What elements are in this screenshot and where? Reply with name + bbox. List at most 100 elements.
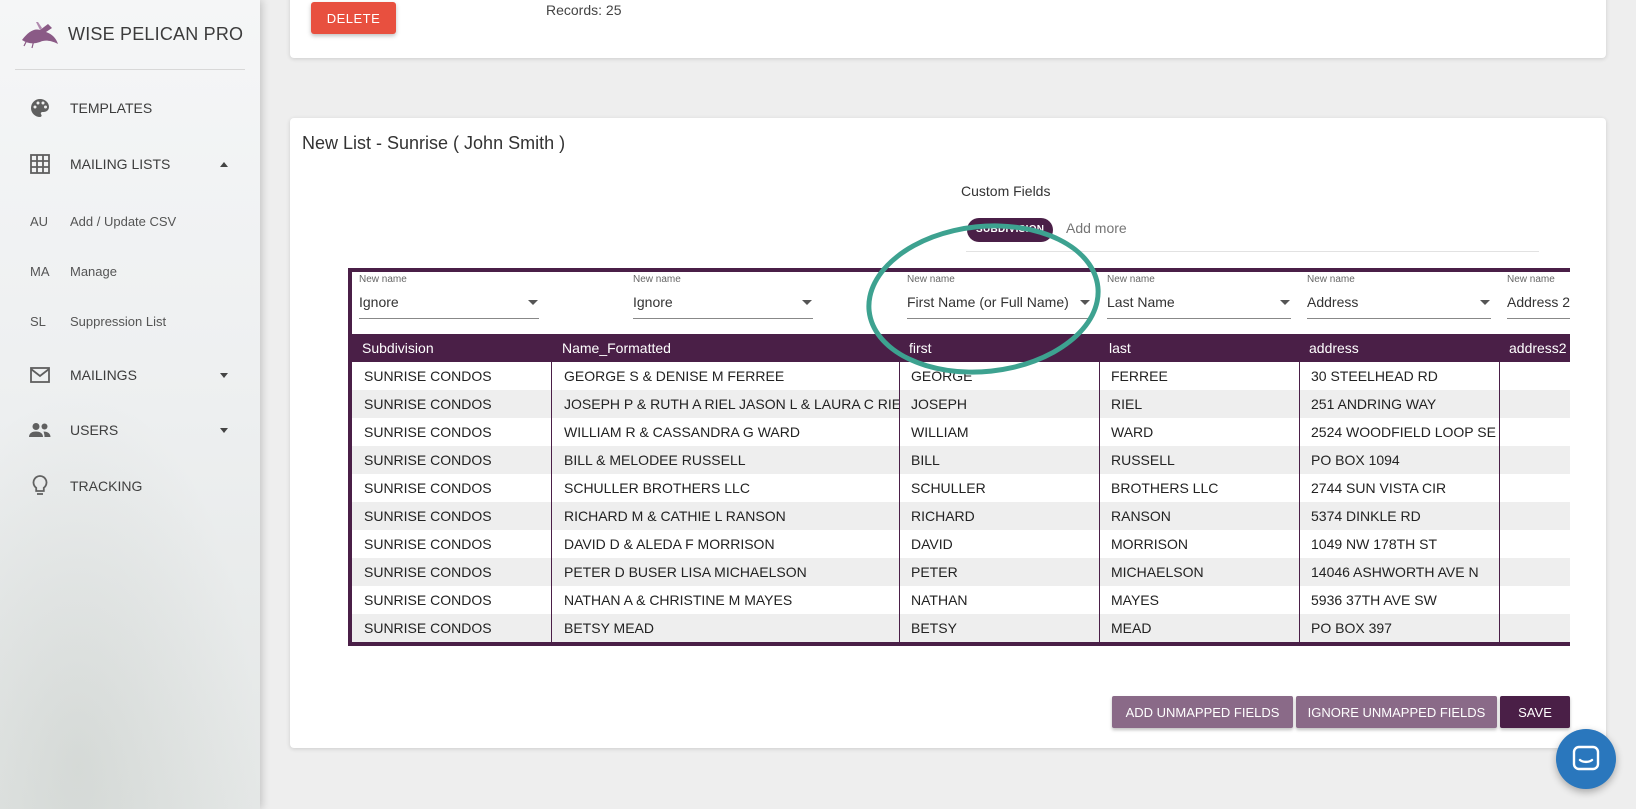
table-cell: JOSEPH: [911, 396, 968, 412]
table-row: SUNRISE CONDOS JOSEPH P & RUTH A RIEL JAS…: [352, 390, 1570, 418]
people-icon: [29, 419, 51, 441]
table-cell: SUNRISE CONDOS: [364, 620, 492, 636]
save-button[interactable]: SAVE: [1500, 696, 1570, 728]
table-cell: 1049 NW 178TH ST: [1311, 536, 1438, 552]
sidebar-item-label: USERS: [70, 422, 119, 438]
sidebar-item-mailing-lists[interactable]: MAILING LISTS: [0, 144, 260, 184]
sidebar-item-templates[interactable]: TEMPLATES: [0, 88, 260, 128]
chevron-down-icon: [220, 428, 228, 433]
grid-icon: [29, 153, 51, 175]
app-name: WISE PELICAN PRO: [68, 23, 244, 44]
table-cell: BILL: [911, 452, 940, 468]
add-unmapped-fields-button[interactable]: ADD UNMAPPED FIELDS: [1112, 696, 1293, 728]
table-header: Subdivision Name_Formatted first last ad…: [352, 334, 1570, 362]
table-cell: RANSON: [1111, 508, 1171, 524]
select-underline: [907, 318, 1091, 319]
chat-launcher-button[interactable]: [1556, 729, 1616, 789]
table-cell: [1511, 362, 1570, 390]
table-row: SUNRISE CONDOS SCHULLER BROTHERS LLC SCHUL…: [352, 474, 1570, 502]
column-divider: [1499, 362, 1500, 642]
select-value: Address: [1307, 294, 1359, 310]
subitem-label: Suppression List: [70, 313, 167, 329]
chevron-down-icon: [220, 373, 228, 378]
table-cell: 5374 DINKLE RD: [1311, 508, 1421, 524]
subitem-label: Manage: [70, 263, 117, 279]
select-underline: [633, 318, 813, 319]
sidebar: WISE PELICAN PRO TEMPLATES MAILING LISTS…: [0, 0, 260, 809]
table-cell: 14046 ASHWORTH AVE N: [1311, 564, 1479, 580]
table-row: SUNRISE CONDOS PETER D BUSER LISA MICHAEL…: [352, 558, 1570, 586]
table-row: SUNRISE CONDOS BETSY MEAD BETSY MEAD PO BOX …: [352, 614, 1570, 642]
dropdown-arrow-icon: [1480, 300, 1490, 305]
table-cell: [1511, 586, 1570, 614]
sidebar-subitem-manage[interactable]: MA Manage: [0, 253, 260, 289]
table-cell: [1511, 530, 1570, 558]
custom-fields-underline: [966, 251, 1539, 252]
brand[interactable]: WISE PELICAN PRO: [18, 14, 243, 54]
table-row: SUNRISE CONDOS NATHAN A & CHRISTINE M MAY…: [352, 586, 1570, 614]
select-label: New name: [359, 274, 407, 285]
sidebar-item-tracking[interactable]: TRACKING: [0, 466, 260, 506]
delete-button[interactable]: DELETE: [311, 2, 396, 34]
pelican-logo-icon: [22, 22, 58, 49]
table-cell: BILL & MELODEE RUSSELL: [564, 452, 746, 468]
select-label: New name: [633, 274, 681, 285]
table-cell: WILLIAM: [911, 424, 969, 440]
table-cell: [1511, 446, 1570, 474]
select-value: Ignore: [359, 294, 399, 310]
table-cell: RIEL: [1111, 396, 1143, 412]
ignore-unmapped-fields-button[interactable]: IGNORE UNMAPPED FIELDS: [1296, 696, 1497, 728]
table-cell: GEORGE: [911, 368, 973, 384]
dropdown-arrow-icon: [802, 300, 812, 305]
select-label: New name: [1307, 274, 1355, 285]
dropdown-arrow-icon: [528, 300, 538, 305]
table-cell: PO BOX 397: [1311, 620, 1392, 636]
sidebar-subitem-add-update-csv[interactable]: AU Add / Update CSV: [0, 203, 260, 239]
column-header: address2: [1509, 340, 1567, 356]
table-cell: RICHARD M & CATHIE L RANSON: [564, 508, 786, 524]
table-cell: MICHAELSON: [1111, 564, 1204, 580]
table-cell: PO BOX 1094: [1311, 452, 1400, 468]
table-row: SUNRISE CONDOS BILL & MELODEE RUSSELL BILL…: [352, 446, 1570, 474]
table-cell: [1511, 614, 1570, 642]
table-cell: [1511, 502, 1570, 530]
select-value: Ignore: [633, 294, 673, 310]
subitem-abbr: SL: [30, 313, 46, 329]
table-cell: 2744 SUN VISTA CIR: [1311, 480, 1447, 496]
table-cell: [1511, 474, 1570, 502]
table-cell: BROTHERS LLC: [1111, 480, 1219, 496]
table-cell: [1511, 558, 1570, 586]
table-cell: NATHAN: [911, 592, 968, 608]
column-header: first: [909, 340, 932, 356]
column-divider: [1099, 362, 1100, 642]
sidebar-item-label: TEMPLATES: [70, 100, 153, 116]
column-header: Name_Formatted: [562, 340, 671, 356]
table-cell: FERREE: [1111, 368, 1168, 384]
table-cell: DAVID D & ALEDA F MORRISON: [564, 536, 775, 552]
table-row: SUNRISE CONDOS RICHARD M & CATHIE L RANSO…: [352, 502, 1570, 530]
table-cell: BETSY MEAD: [564, 620, 654, 636]
table-cell: RICHARD: [911, 508, 975, 524]
chat-icon: [1572, 745, 1600, 771]
table-cell: SCHULLER BROTHERS LLC: [564, 480, 750, 496]
select-underline: [1307, 318, 1491, 319]
table-cell: SUNRISE CONDOS: [364, 452, 492, 468]
table-cell: SUNRISE CONDOS: [364, 592, 492, 608]
chevron-up-icon: [220, 162, 228, 167]
sidebar-item-mailings[interactable]: MAILINGS: [0, 355, 260, 395]
table-cell: SUNRISE CONDOS: [364, 480, 492, 496]
custom-fields-label: Custom Fields: [961, 183, 1051, 199]
sidebar-subitem-suppression-list[interactable]: SL Suppression List: [0, 303, 260, 339]
select-underline: [359, 318, 539, 319]
table-cell: JOSEPH P & RUTH A RIEL JASON L & LAURA C…: [564, 396, 899, 412]
select-label: New name: [907, 274, 955, 285]
custom-field-chip[interactable]: SUBDIVISION: [967, 218, 1054, 242]
column-divider: [551, 362, 552, 642]
add-more-input[interactable]: [1066, 220, 1247, 236]
table-cell: SCHULLER: [911, 480, 986, 496]
table-cell: WILLIAM R & CASSANDRA G WARD: [564, 424, 800, 440]
table-row: SUNRISE CONDOS GEORGE S & DENISE M FERREE…: [352, 362, 1570, 390]
column-header: last: [1109, 340, 1131, 356]
sidebar-item-users[interactable]: USERS: [0, 410, 260, 450]
table-cell: PETER: [911, 564, 958, 580]
